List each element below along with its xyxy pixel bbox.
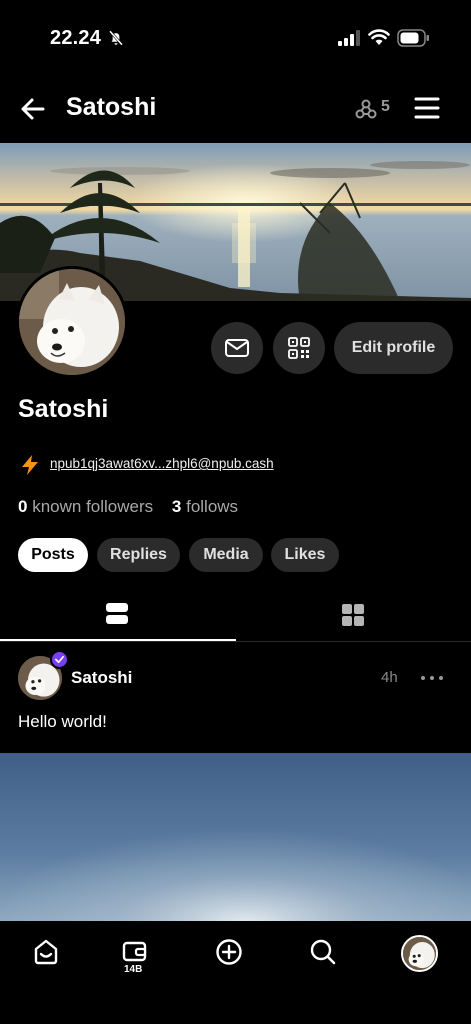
- follows-label: follows: [186, 497, 239, 516]
- edit-profile-button[interactable]: Edit profile: [334, 322, 453, 374]
- grid-view-icon[interactable]: [341, 603, 365, 627]
- filter-posts[interactable]: Posts: [18, 538, 88, 572]
- followers-stat[interactable]: 0 known followers: [18, 497, 153, 516]
- message-button[interactable]: [211, 322, 263, 374]
- plus-circle-icon[interactable]: [214, 937, 244, 967]
- filter-replies[interactable]: Replies: [97, 538, 180, 572]
- signal-icon: [338, 30, 360, 46]
- status-time: 22.24: [50, 27, 102, 49]
- post-author-name[interactable]: Satoshi: [71, 668, 132, 688]
- wallet-icon[interactable]: [120, 937, 150, 967]
- relay-count[interactable]: 5: [381, 98, 390, 116]
- profile-avatar[interactable]: [16, 266, 128, 378]
- bottom-navigation: 14B: [0, 921, 471, 1024]
- followers-count: 0: [18, 497, 28, 516]
- verified-badge-icon: [50, 650, 69, 669]
- nav-profile-avatar[interactable]: [401, 935, 438, 972]
- top-header: Satoshi 5: [0, 80, 471, 138]
- lightning-address-link[interactable]: npub1qj3awat6xv...zhpl6@npub.cash: [50, 456, 274, 471]
- post-time: 4h: [381, 669, 398, 686]
- filter-media[interactable]: Media: [189, 538, 263, 572]
- mail-icon: [225, 339, 249, 357]
- follow-stats: 0 known followers 3 follows: [18, 497, 238, 517]
- qr-code-button[interactable]: [273, 322, 325, 374]
- battery-icon: [397, 29, 429, 47]
- post-image[interactable]: [0, 753, 471, 923]
- tab-divider: [0, 641, 471, 642]
- bell-off-icon: [109, 30, 123, 46]
- hamburger-menu-icon[interactable]: [413, 94, 441, 122]
- follows-stat[interactable]: 3 follows: [172, 497, 238, 516]
- profile-name: Satoshi: [18, 395, 109, 423]
- back-arrow-icon[interactable]: [18, 94, 48, 124]
- samoyed-avatar-image: [403, 937, 436, 970]
- sky-photo: [0, 753, 471, 923]
- page-title: Satoshi: [66, 93, 157, 121]
- followers-label: known followers: [32, 497, 154, 516]
- wifi-icon: [368, 29, 390, 45]
- follows-count: 3: [171, 497, 182, 516]
- post-content: Hello world!: [18, 712, 107, 731]
- home-icon[interactable]: [31, 937, 61, 967]
- filter-likes[interactable]: Likes: [271, 538, 339, 572]
- more-options-icon[interactable]: [419, 670, 445, 686]
- search-icon[interactable]: [308, 937, 338, 967]
- wallet-balance-badge: 14B: [124, 964, 143, 975]
- status-bar: 22.24: [0, 0, 471, 70]
- relay-icon[interactable]: [354, 97, 378, 121]
- lightning-zap-icon: [22, 455, 38, 475]
- list-view-icon[interactable]: [104, 602, 130, 626]
- qr-code-icon: [288, 337, 310, 359]
- samoyed-avatar-image: [19, 269, 125, 375]
